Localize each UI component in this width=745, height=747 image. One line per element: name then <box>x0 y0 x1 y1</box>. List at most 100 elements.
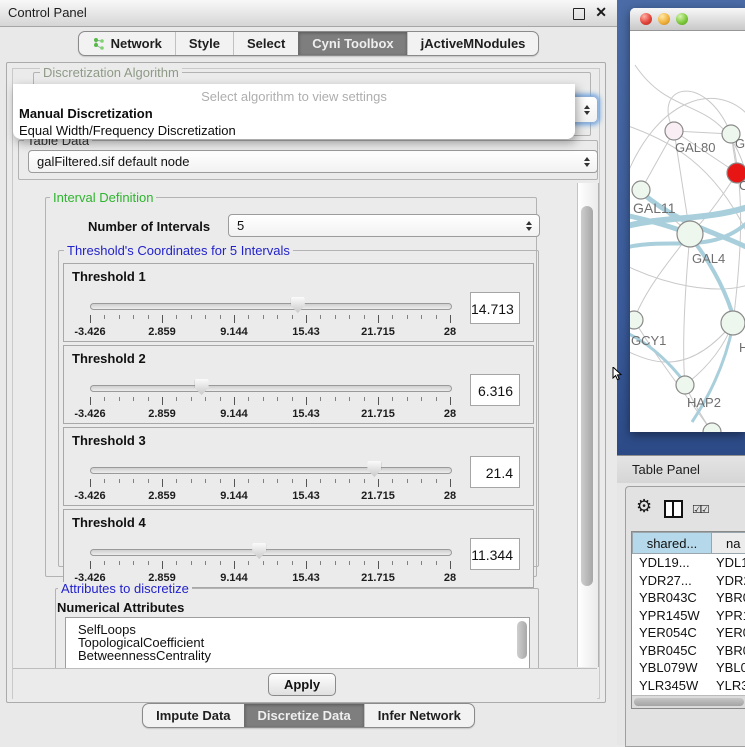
table-data-combobox[interactable]: galFiltered.sif default node <box>28 150 598 173</box>
network-view-window: GAL80GACGAL11GAL4GCY1HHAP2 <box>630 8 745 432</box>
algorithm-option-manual-discretization[interactable]: Manual Discretization <box>19 106 153 121</box>
slider-thumb[interactable] <box>195 379 209 395</box>
apply-button[interactable]: Apply <box>268 673 336 696</box>
threshold-label: Threshold 4 <box>72 515 146 530</box>
node-attribute-table[interactable]: shared...na YDL19...YDL1YDR27...YDR2YBR0… <box>631 531 745 709</box>
slider-track[interactable] <box>90 385 452 392</box>
slider-ticks <box>90 561 450 569</box>
discretization-algorithm-group-title: Discretization Algorithm <box>40 66 182 79</box>
table-cell: YDL1 <box>712 554 745 572</box>
threshold-value-field[interactable]: 21.4 <box>470 456 520 488</box>
zoom-traffic-light-icon[interactable] <box>676 13 688 25</box>
tab-select-label: Select <box>247 36 285 51</box>
select-columns-icon[interactable]: ☑☑ <box>692 503 708 516</box>
table-cell: YBR0 <box>712 589 745 607</box>
table-cell: YLR345W <box>632 677 712 695</box>
table-row[interactable]: YPR145WYPR1 <box>632 607 745 625</box>
network-icon <box>92 37 106 51</box>
threshold-label: Threshold 2 <box>72 351 146 366</box>
table-panel-title: Table Panel <box>632 456 700 483</box>
table-row[interactable]: YER054CYER0 <box>632 624 745 642</box>
close-traffic-light-icon[interactable] <box>640 13 652 25</box>
table-row[interactable]: YDR27...YDR2 <box>632 572 745 590</box>
slider-ticks <box>90 315 450 323</box>
screenshot-root: Control Panel ✕ NetworkStyle Select Cyni T… <box>0 0 745 745</box>
table-hscrollbar-track[interactable] <box>632 695 745 708</box>
number-of-intervals-combobox[interactable]: 5 <box>228 214 540 237</box>
table-column-header[interactable]: na <box>712 532 745 554</box>
network-desktop: GAL80GACGAL11GAL4GCY1HHAP2 <box>617 0 745 455</box>
network-window-titlebar <box>630 8 745 31</box>
table-panel-header: Table Panel <box>617 455 745 484</box>
table-cell: YER054C <box>632 624 712 642</box>
slider-track[interactable] <box>90 467 452 474</box>
slider-track[interactable] <box>90 303 452 310</box>
table-cell: YDL19... <box>632 554 712 572</box>
tab-style[interactable]: Style <box>175 32 233 55</box>
minimize-traffic-light-icon[interactable] <box>658 13 670 25</box>
tab-network[interactable]: Network <box>79 32 175 55</box>
table-row[interactable]: YDL19...YDL1 <box>632 554 745 572</box>
network-node-label: GA <box>735 136 745 151</box>
slider-track[interactable] <box>90 549 452 556</box>
right-region: GAL80GACGAL11GAL4GCY1HHAP2 Table Panel ⚙… <box>617 0 745 745</box>
table-row[interactable]: YBR043CYBR0 <box>632 589 745 607</box>
float-window-icon[interactable] <box>573 8 585 20</box>
table-cell: YBR045C <box>632 642 712 660</box>
attribute-item-betweennesscentrality[interactable]: BetweennessCentrality <box>66 649 529 662</box>
control-panel-titlebar: Control Panel ✕ <box>0 0 617 27</box>
algorithm-option-equal-width-frequency-discretization[interactable]: Equal Width/Frequency Discretization <box>19 123 236 138</box>
threshold-slider[interactable]: -3.4262.8599.14415.4321.71528 <box>90 546 450 586</box>
attributes-list-scrollbar[interactable] <box>517 621 527 659</box>
tab-impute-data[interactable]: Impute Data <box>143 704 243 727</box>
network-node-hap2[interactable] <box>676 376 694 394</box>
threshold-row-threshold-3: Threshold 3-3.4262.8599.14415.4321.71528… <box>63 427 534 506</box>
gear-icon[interactable]: ⚙ <box>636 496 652 517</box>
table-column-header[interactable]: shared... <box>632 532 712 554</box>
threshold-slider[interactable]: -3.4262.8599.14415.4321.71528 <box>90 382 450 422</box>
algorithm-popup-prompt: Select algorithm to view settings <box>13 89 575 104</box>
apply-row: Apply <box>13 668 597 699</box>
mouse-cursor-icon <box>612 367 624 381</box>
network-node-label: C <box>739 178 745 193</box>
tab-infer-network[interactable]: Infer Network <box>364 704 474 727</box>
table-row[interactable]: YBL079WYBL0 <box>632 659 745 677</box>
threshold-value-field[interactable]: 11.344 <box>470 538 520 570</box>
network-canvas[interactable]: GAL80GACGAL11GAL4GCY1HHAP2 <box>630 30 745 432</box>
threshold-value-field[interactable]: 6.316 <box>470 374 520 406</box>
numerical-attributes-list[interactable]: SelfLoopsTopologicalCoefficientBetweenne… <box>65 617 530 670</box>
network-node-gal4[interactable] <box>677 221 703 247</box>
tab-select[interactable]: Select <box>233 32 298 55</box>
network-node-gal80[interactable] <box>665 122 683 140</box>
table-panel: ⚙ ☑☑ shared...na YDL19...YDL1YDR27...YDR… <box>625 486 745 747</box>
tab-cyni-toolbox[interactable]: Cyni Toolbox <box>298 32 406 55</box>
threshold-slider[interactable]: -3.4262.8599.14415.4321.71528 <box>90 464 450 504</box>
table-cell: YLR3 <box>712 677 745 695</box>
close-icon[interactable]: ✕ <box>595 0 607 25</box>
attributes-group-title: Attributes to discretize <box>58 582 192 595</box>
slider-ticks <box>90 479 450 487</box>
table-cell: YBR043C <box>632 589 712 607</box>
table-row[interactable]: YLR345WYLR3 <box>632 677 745 695</box>
network-node-label: HAP2 <box>687 395 721 410</box>
threshold-slider[interactable]: -3.4262.8599.14415.4321.71528 <box>90 300 450 340</box>
threshold-row-threshold-4: Threshold 4 -3.4262.8599.14415.4321.71528… <box>63 509 534 588</box>
column-layout-icon[interactable] <box>664 500 683 518</box>
network-node-bottom-node[interactable] <box>703 423 721 432</box>
table-row[interactable]: YBR045CYBR0 <box>632 642 745 660</box>
network-node-gal11[interactable] <box>632 181 650 199</box>
table-cell: YDR27... <box>632 572 712 590</box>
slider-thumb[interactable] <box>252 543 266 559</box>
network-nodes[interactable] <box>630 122 745 432</box>
network-node-gcy1[interactable] <box>630 311 643 329</box>
table-hscrollbar-thumb[interactable] <box>634 698 744 706</box>
threshold-value-field[interactable]: 14.713 <box>470 292 520 324</box>
slider-thumb[interactable] <box>291 297 305 313</box>
tab-jactivemnodules-label: jActiveMNodules <box>421 36 526 51</box>
network-node-h-node[interactable] <box>721 311 745 335</box>
settings-scrollbar-thumb[interactable] <box>581 206 593 586</box>
tab-discretize-data[interactable]: Discretize Data <box>244 704 364 727</box>
slider-thumb[interactable] <box>367 461 381 477</box>
tab-jactivemnodules[interactable]: jActiveMNodules <box>407 32 539 55</box>
slider-scale-labels: -3.4262.8599.14415.4321.71528 <box>90 490 450 502</box>
